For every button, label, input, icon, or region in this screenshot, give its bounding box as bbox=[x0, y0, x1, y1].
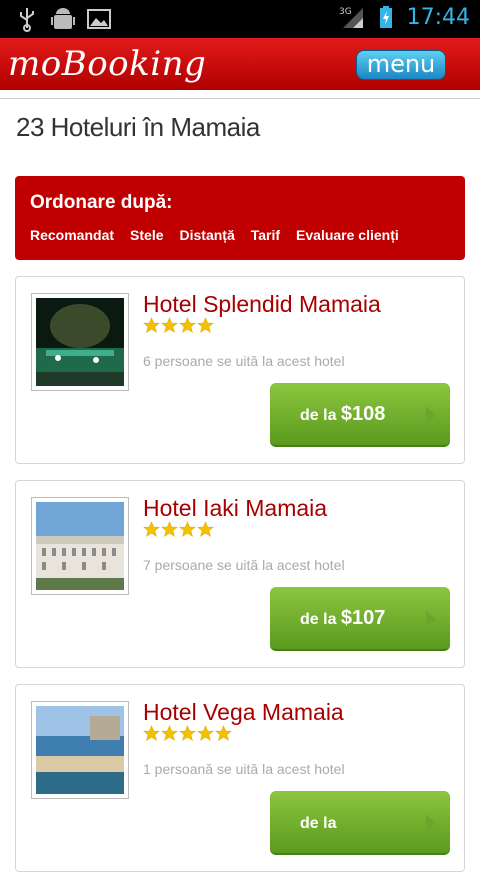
price-button[interactable]: de la $108 bbox=[270, 383, 450, 447]
price-button[interactable]: de la bbox=[270, 791, 450, 855]
hotel-card[interactable]: Hotel Splendid Mamaia 6 persoane se uită… bbox=[15, 276, 465, 464]
sort-option-rating[interactable]: Evaluare clienți bbox=[296, 227, 399, 243]
arrow-right-icon bbox=[426, 611, 436, 627]
usb-icon bbox=[20, 8, 34, 32]
hotel-name[interactable]: Hotel Iaki Mamaia bbox=[143, 495, 327, 522]
star-icon bbox=[161, 521, 178, 537]
star-icon bbox=[143, 725, 160, 741]
hotel-card[interactable]: Hotel Iaki Mamaia 7 persoane se uită la … bbox=[15, 480, 465, 668]
sort-option-recommended[interactable]: Recomandat bbox=[30, 227, 114, 243]
sort-option-price[interactable]: Tarif bbox=[251, 227, 280, 243]
price-amount: $107 bbox=[340, 607, 386, 629]
divider bbox=[0, 98, 480, 99]
page-title: 23 Hoteluri în Mamaia bbox=[16, 112, 260, 142]
star-icon bbox=[197, 521, 214, 537]
star-icon bbox=[179, 521, 196, 537]
star-icon bbox=[197, 317, 214, 333]
sort-option-stars[interactable]: Stele bbox=[130, 227, 163, 243]
hotel-photo[interactable] bbox=[31, 497, 129, 595]
app-header: moBooking menu bbox=[0, 38, 480, 90]
arrow-right-icon bbox=[426, 815, 436, 831]
hotel-name[interactable]: Hotel Vega Mamaia bbox=[143, 699, 344, 726]
star-rating bbox=[143, 725, 232, 742]
price-prefix: de la bbox=[300, 407, 341, 424]
sort-option-distance[interactable]: Distanță bbox=[180, 227, 235, 243]
star-rating bbox=[143, 317, 214, 334]
hotel-photo[interactable] bbox=[31, 293, 129, 391]
battery-charging-icon bbox=[379, 6, 392, 28]
app-logo[interactable]: moBooking bbox=[8, 44, 206, 84]
star-icon bbox=[161, 725, 178, 741]
sort-panel: Ordonare după: Recomandat Stele Distanță… bbox=[15, 176, 465, 260]
price-amount: $108 bbox=[340, 403, 386, 425]
star-icon bbox=[161, 317, 178, 333]
star-icon bbox=[179, 725, 196, 741]
signal-3g-icon: 3G bbox=[339, 7, 363, 28]
price-prefix: de la bbox=[300, 815, 337, 832]
hotel-photo[interactable] bbox=[31, 701, 129, 799]
android-debug-icon bbox=[51, 8, 75, 29]
star-icon bbox=[143, 521, 160, 537]
arrow-right-icon bbox=[426, 407, 436, 423]
star-icon bbox=[179, 317, 196, 333]
price-prefix: de la bbox=[300, 611, 341, 628]
price-button[interactable]: de la $107 bbox=[270, 587, 450, 651]
status-bar: 3G 17:44 bbox=[0, 0, 480, 38]
star-icon bbox=[197, 725, 214, 741]
viewers-count: 6 persoane se uită la acest hotel bbox=[143, 353, 345, 369]
star-icon bbox=[215, 725, 232, 741]
hotel-card[interactable]: Hotel Vega Mamaia 1 persoană se uită la … bbox=[15, 684, 465, 872]
menu-button[interactable]: menu bbox=[356, 50, 446, 80]
svg-text:3G: 3G bbox=[339, 7, 352, 17]
viewers-count: 7 persoane se uită la acest hotel bbox=[143, 557, 345, 573]
sort-title: Ordonare după: bbox=[30, 192, 173, 213]
star-rating bbox=[143, 521, 214, 538]
viewers-count: 1 persoană se uită la acest hotel bbox=[143, 761, 345, 777]
image-icon bbox=[87, 9, 111, 29]
clock: 17:44 bbox=[406, 4, 470, 30]
hotel-name[interactable]: Hotel Splendid Mamaia bbox=[143, 291, 381, 318]
star-icon bbox=[143, 317, 160, 333]
